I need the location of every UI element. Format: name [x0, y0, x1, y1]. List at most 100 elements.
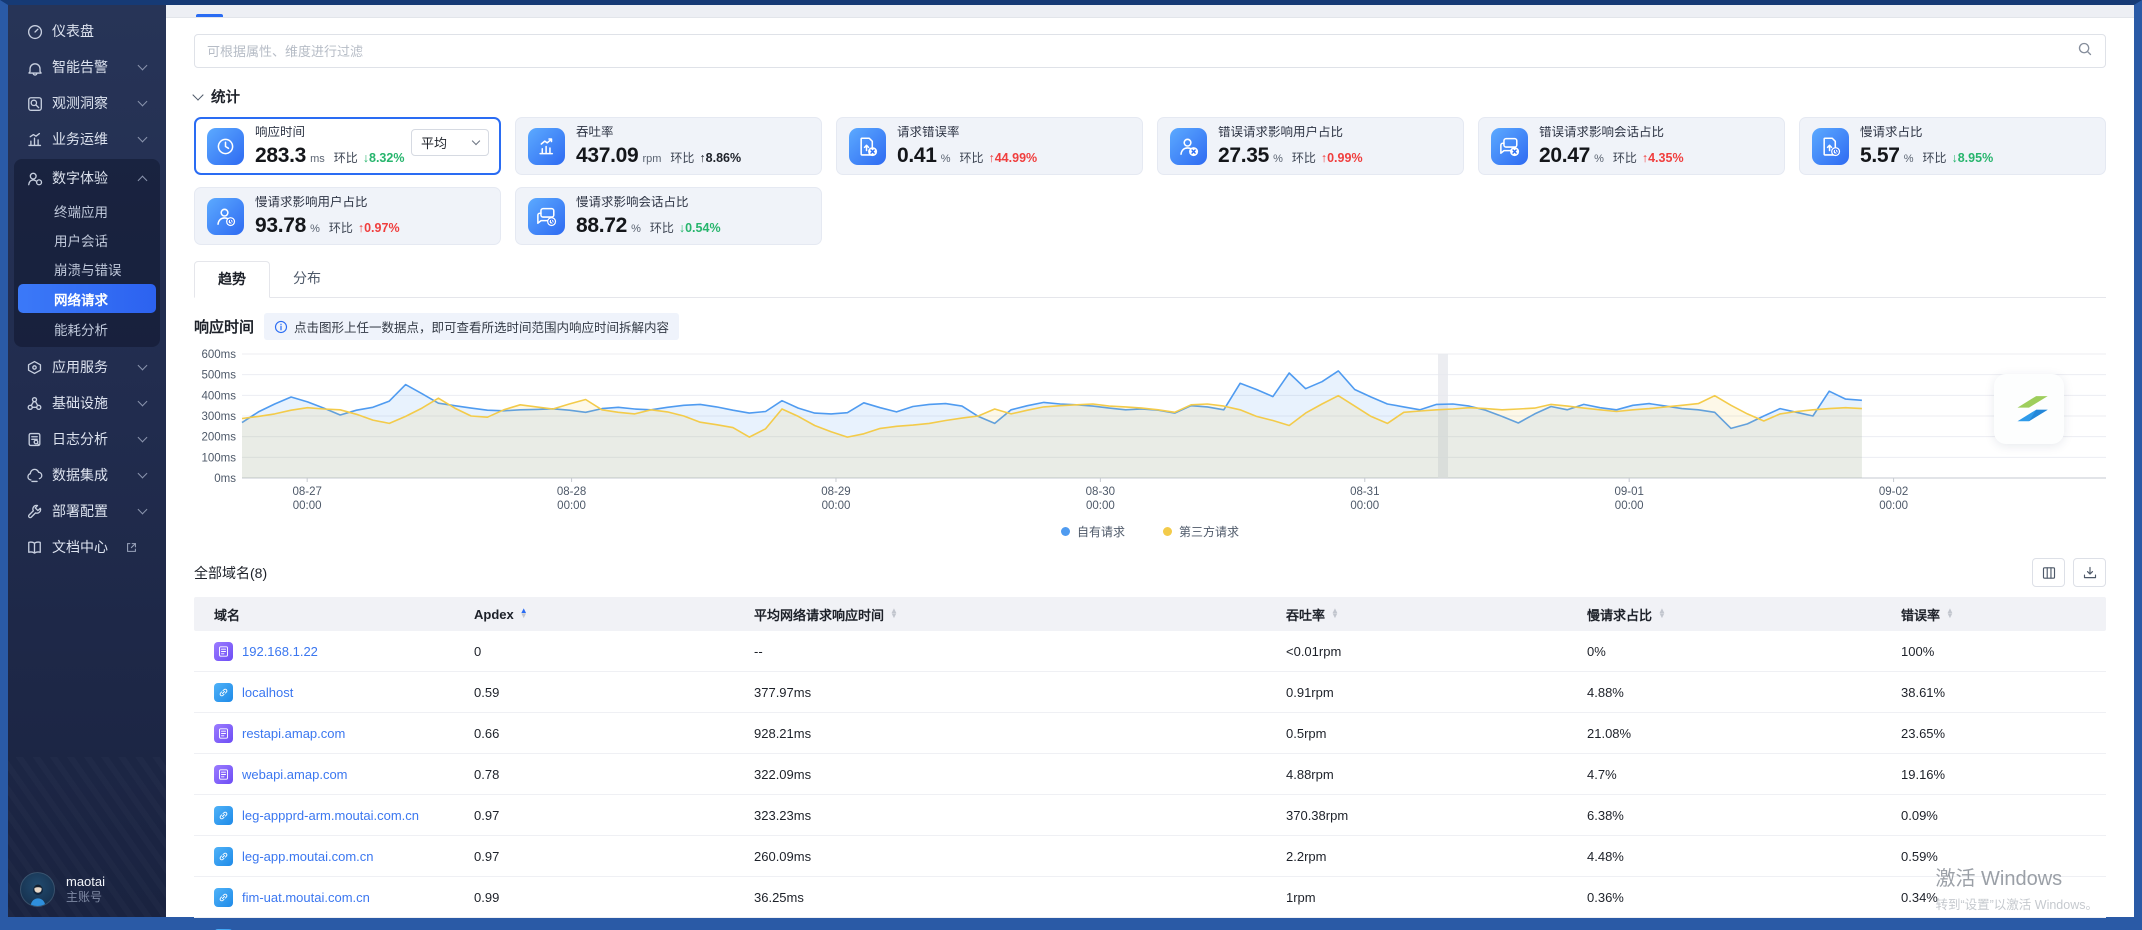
stat-card-trend-label: 环比 [1292, 152, 1316, 164]
search-input[interactable] [207, 44, 2077, 59]
sidebar-item-label: 数据集成 [52, 465, 108, 485]
stat-card-slow-request[interactable]: 慢请求占比5.57%环比↓8.95% [1799, 117, 2106, 175]
sidebar-item-terminal-app[interactable]: 终端应用 [14, 196, 160, 225]
user-name: maotai [66, 874, 105, 890]
stat-card-value: 437.09 [576, 145, 638, 166]
domain-link[interactable]: webapi.amap.com [242, 767, 348, 782]
stat-card-trend-label: 环比 [1922, 152, 1946, 164]
aggregation-selected: 平均 [421, 133, 447, 152]
sort-carets-icon[interactable]: ▲▼ [1331, 609, 1339, 619]
sidebar-item-crash-error[interactable]: 崩溃与错误 [14, 254, 160, 283]
tab-trend[interactable]: 趋势 [194, 261, 270, 298]
column-header-Apdex[interactable]: Apdex▲▼ [454, 607, 734, 622]
link-icon [214, 683, 233, 702]
stat-card-throughput[interactable]: 吞吐率437.09rpm环比↑8.86% [515, 117, 822, 175]
sidebar-item-dashboard[interactable]: 仪表盘 [14, 13, 160, 49]
legend-dot [1061, 527, 1070, 536]
column-header-吞吐率[interactable]: 吞吐率▲▼ [1266, 605, 1567, 624]
sort-carets-icon[interactable]: ▲▼ [1946, 609, 1954, 619]
domain-link[interactable]: fim-uat.moutai.com.cn [242, 890, 370, 905]
sidebar-item-doc-center[interactable]: 文档中心 [14, 529, 160, 565]
throughput-cell: 0.5rpm [1266, 726, 1567, 741]
response-time-chart[interactable]: 600ms500ms400ms300ms200ms100ms0ms08-2700… [194, 346, 2106, 540]
search-icon[interactable] [2077, 41, 2093, 62]
sidebar-item-observe-insight[interactable]: 观测洞察 [14, 85, 160, 121]
sort-carets-icon[interactable]: ▲▼ [1658, 609, 1666, 619]
domain-link[interactable]: leg-app.moutai.com.cn [242, 849, 374, 864]
apdex-cell: 0.99 [454, 890, 734, 905]
active-top-tab-indicator [196, 14, 223, 17]
sidebar-item-label: 文档中心 [52, 537, 108, 557]
stat-card-value: 93.78 [255, 215, 306, 236]
stat-card-response-time[interactable]: 响应时间283.3ms环比↓8.32%平均 [194, 117, 501, 175]
sidebar-item-infrastructure[interactable]: 基础设施 [14, 385, 160, 421]
column-label: 慢请求占比 [1587, 605, 1652, 624]
stat-card-unit: rpm [642, 154, 661, 165]
docs-icon [26, 539, 43, 556]
experience-icon [26, 170, 43, 187]
stat-card-request-error[interactable]: 请求错误率0.41%环比↑44.99% [836, 117, 1143, 175]
legend-item-第三方请求[interactable]: 第三方请求 [1163, 523, 1239, 540]
filter-search-bar[interactable] [194, 34, 2106, 68]
svg-text:08-28: 08-28 [557, 486, 586, 498]
sidebar-item-digital-experience[interactable]: 数字体验 [14, 160, 160, 196]
svg-text:08-30: 08-30 [1086, 486, 1115, 498]
apdex-cell: 0.97 [454, 808, 734, 823]
stat-card-unit: % [1273, 154, 1283, 165]
avatar [20, 872, 55, 907]
stat-card-title: 错误请求影响会话占比 [1539, 126, 1684, 139]
aggregation-dropdown[interactable]: 平均 [411, 129, 489, 156]
column-header-慢请求占比[interactable]: 慢请求占比 ▲▼ [1567, 605, 1881, 624]
response-time-icon [207, 128, 244, 165]
response-time-cell: 323.23ms [734, 808, 1266, 823]
stat-card-title: 慢请求影响会话占比 [576, 196, 721, 209]
sidebar-item-smart-alert[interactable]: 智能告警 [14, 49, 160, 85]
sidebar-item-app-service[interactable]: 应用服务 [14, 349, 160, 385]
download-button[interactable] [2073, 558, 2106, 587]
sidebar-item-network-request[interactable]: 网络请求 [18, 284, 156, 313]
column-header-平均网络请求响应时间[interactable]: 平均网络请求响应时间▲▼ [734, 605, 1266, 624]
error-rate-cell: 100% [1881, 644, 2106, 659]
column-header-错误率[interactable]: 错误率▲▼ [1881, 605, 2106, 624]
stat-card-trend-label: 环比 [329, 222, 353, 234]
domain-link[interactable]: leg-appprd-arm.moutai.com.cn [242, 808, 419, 823]
chart-title: 响应时间 [194, 316, 254, 337]
chevron-down-icon [138, 97, 148, 107]
legend-item-自有请求[interactable]: 自有请求 [1061, 523, 1125, 540]
stat-card-user-error[interactable]: 错误请求影响用户占比27.35%环比↑0.99% [1157, 117, 1464, 175]
collapse-chevron-icon [192, 89, 203, 100]
legend-dot [1163, 527, 1172, 536]
sidebar-item-user-session[interactable]: 用户会话 [14, 225, 160, 254]
link-icon [214, 806, 233, 825]
stat-card-slow-user[interactable]: 慢请求影响用户占比93.78%环比↑0.97% [194, 187, 501, 245]
domain-link[interactable]: localhost [242, 685, 293, 700]
stat-card-session-error[interactable]: 错误请求影响会话占比20.47%环比↑4.35% [1478, 117, 1785, 175]
apdex-cell: 0.78 [454, 767, 734, 782]
stat-card-slow-session[interactable]: 慢请求影响会话占比88.72%环比↓0.54% [515, 187, 822, 245]
domain-link[interactable]: restapi.amap.com [242, 726, 345, 741]
throughput-cell: 1rpm [1266, 890, 1567, 905]
sidebar-item-deploy-config[interactable]: 部署配置 [14, 493, 160, 529]
sidebar-item-energy-analysis[interactable]: 能耗分析 [14, 314, 160, 343]
chevron-down-icon [138, 61, 148, 71]
sort-carets-icon[interactable]: ▲▼ [520, 609, 528, 619]
stats-section-header[interactable]: 统计 [194, 86, 2106, 107]
stat-card-value: 0.41 [897, 145, 937, 166]
apdex-cell: 0.59 [454, 685, 734, 700]
ops-icon [26, 131, 43, 148]
domain-link[interactable]: 192.168.1.22 [242, 644, 318, 659]
chart-canvas: 600ms500ms400ms300ms200ms100ms0ms08-2700… [194, 346, 2106, 516]
sidebar-item-data-integration[interactable]: 数据集成 [14, 457, 160, 493]
stat-card-trend-value: ↓8.32% [363, 152, 405, 165]
tab-distribution[interactable]: 分布 [270, 261, 344, 297]
stat-card-value: 20.47 [1539, 145, 1590, 166]
sidebar-item-business-ops[interactable]: 业务运维 [14, 121, 160, 157]
sidebar-item-label: 智能告警 [52, 57, 108, 77]
stat-card-title: 慢请求占比 [1860, 126, 1993, 139]
sidebar-item-log-analysis[interactable]: 日志分析 [14, 421, 160, 457]
columns-button[interactable] [2032, 558, 2065, 587]
svg-text:08-29: 08-29 [821, 486, 850, 498]
user-block[interactable]: maotai 主账号 [20, 872, 105, 907]
sort-carets-icon[interactable]: ▲▼ [890, 609, 898, 619]
stat-card-trend-label: 环比 [1613, 152, 1637, 164]
